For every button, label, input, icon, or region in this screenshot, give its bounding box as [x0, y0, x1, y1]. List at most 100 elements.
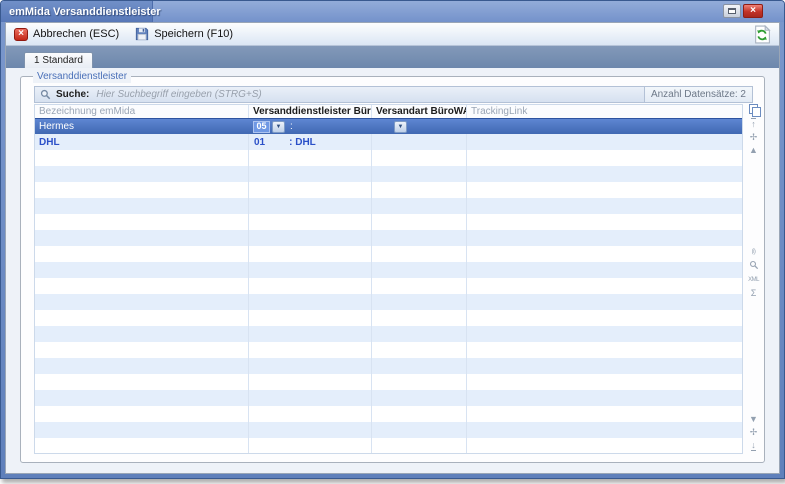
- search-placeholder: Hier Suchbegriff eingeben (STRG+S): [96, 89, 261, 100]
- table-row-empty[interactable]: [35, 326, 742, 342]
- cell-trackinglink: [467, 134, 742, 150]
- cell-empty: [467, 342, 742, 358]
- cancel-button[interactable]: × Abbrechen (ESC): [14, 28, 119, 41]
- save-button[interactable]: Speichern (F10): [135, 27, 233, 41]
- table-row-empty[interactable]: [35, 166, 742, 182]
- cell-empty: [467, 166, 742, 182]
- app-window: emMida Versanddienstleister × × Abbreche…: [0, 0, 785, 479]
- cell-empty: [467, 310, 742, 326]
- cell-empty: [249, 166, 372, 182]
- cell-empty: [467, 294, 742, 310]
- column-header-versandart[interactable]: Versandart BüroWARE: [372, 105, 467, 118]
- info-icon[interactable]: (i): [752, 247, 756, 257]
- cell-empty: [35, 150, 249, 166]
- cell-empty: [249, 150, 372, 166]
- table-row-empty[interactable]: [35, 278, 742, 294]
- cell-bezeichnung: Hermes: [35, 119, 249, 134]
- content-area: Versanddienstleister Suche: Hier Suchbeg…: [6, 68, 779, 473]
- xml-icon[interactable]: XML: [748, 275, 759, 285]
- table-row-empty[interactable]: [35, 294, 742, 310]
- cell-empty: [35, 166, 249, 182]
- cell-empty: [249, 310, 372, 326]
- table-row-empty[interactable]: [35, 182, 742, 198]
- search-input[interactable]: Suche: Hier Suchbegriff eingeben (STRG+S…: [34, 86, 753, 103]
- move-down-icon[interactable]: ✢: [750, 427, 758, 437]
- cell-empty: [249, 230, 372, 246]
- titlebar-patch: emMida Versanddienstleister: [1, 1, 153, 22]
- prev-record-icon[interactable]: ▲: [749, 145, 758, 155]
- cell-empty: [467, 182, 742, 198]
- carrier-code-suffix: : DHL: [289, 135, 316, 150]
- restore-button[interactable]: [723, 4, 741, 18]
- column-header-bezeichnung[interactable]: Bezeichnung emMida: [35, 105, 249, 118]
- cell-empty: [372, 166, 467, 182]
- cell-empty: [249, 358, 372, 374]
- cell-empty: [372, 390, 467, 406]
- magnifier-icon[interactable]: [749, 260, 759, 272]
- table-row-empty[interactable]: [35, 422, 742, 438]
- versandart-dropdown-button[interactable]: ▼: [394, 121, 407, 133]
- cell-empty: [467, 150, 742, 166]
- titlebar[interactable]: emMida Versanddienstleister ×: [1, 1, 784, 22]
- cell-bezeichnung: DHL: [35, 134, 249, 150]
- window-title: emMida Versanddienstleister: [9, 6, 161, 18]
- tab-standard[interactable]: 1 Standard: [24, 52, 93, 68]
- cell-empty: [35, 422, 249, 438]
- tab-band: 1 Standard: [6, 46, 779, 68]
- cell-empty: [249, 278, 372, 294]
- close-icon: ×: [750, 6, 756, 16]
- cell-empty: [35, 294, 249, 310]
- record-count-badge: Anzahl Datensätze: 2: [644, 87, 752, 102]
- table-row-dhl[interactable]: DHL01: DHL: [35, 134, 742, 150]
- column-header-tracking[interactable]: TrackingLink: [467, 105, 742, 118]
- table-row-hermes[interactable]: Hermes05▼:▼: [35, 118, 742, 134]
- table-row-empty[interactable]: [35, 230, 742, 246]
- table-row-empty[interactable]: [35, 214, 742, 230]
- cell-empty: [372, 150, 467, 166]
- table-row-empty[interactable]: [35, 150, 742, 166]
- versanddienstleister-groupbox: Versanddienstleister Suche: Hier Suchbeg…: [20, 76, 765, 463]
- toolstrip-group-bottom: ▼ ✢ ↓: [745, 414, 762, 451]
- groupbox-label: Versanddienstleister: [33, 70, 131, 83]
- data-grid: Bezeichnung emMidaVersanddienstleister B…: [34, 104, 743, 454]
- table-row-empty[interactable]: [35, 358, 742, 374]
- cell-versanddienstleister: 05▼:: [249, 119, 372, 134]
- table-row-empty[interactable]: [35, 438, 742, 454]
- cell-empty: [467, 278, 742, 294]
- scroll-top-icon[interactable]: ↑: [751, 118, 756, 129]
- table-row-empty[interactable]: [35, 310, 742, 326]
- carrier-code-field[interactable]: 05: [253, 121, 270, 133]
- carrier-dropdown-button[interactable]: ▼: [272, 121, 285, 133]
- save-button-label: Speichern (F10): [154, 28, 233, 40]
- table-row-empty[interactable]: [35, 390, 742, 406]
- cell-empty: [35, 182, 249, 198]
- cell-empty: [249, 326, 372, 342]
- table-row-empty[interactable]: [35, 246, 742, 262]
- cell-empty: [372, 198, 467, 214]
- copy-icon[interactable]: [749, 104, 759, 115]
- table-row-empty[interactable]: [35, 342, 742, 358]
- sum-icon[interactable]: Σ: [751, 288, 757, 298]
- table-row-empty[interactable]: [35, 406, 742, 422]
- move-up-icon[interactable]: ✢: [750, 132, 758, 142]
- table-row-empty[interactable]: [35, 262, 742, 278]
- next-record-icon[interactable]: ▼: [749, 414, 758, 424]
- cell-empty: [249, 390, 372, 406]
- scroll-bottom-icon[interactable]: ↓: [751, 440, 756, 451]
- column-header-vdl[interactable]: Versanddienstleister BüroWARE: [249, 105, 372, 118]
- grid-toolstrip: ↑ ✢ ▲ (i) XML Σ ▼ ✢ ↓: [745, 104, 762, 454]
- refresh-data-icon[interactable]: [753, 25, 771, 44]
- bezeichnung-value: Hermes: [39, 119, 74, 134]
- cell-empty: [372, 358, 467, 374]
- table-row-empty[interactable]: [35, 198, 742, 214]
- cell-empty: [372, 406, 467, 422]
- close-button[interactable]: ×: [743, 4, 763, 18]
- cell-empty: [372, 342, 467, 358]
- cell-empty: [467, 262, 742, 278]
- grid-header-row: Bezeichnung emMidaVersanddienstleister B…: [35, 105, 742, 118]
- cell-versanddienstleister: 01: DHL: [249, 134, 372, 150]
- cell-empty: [35, 278, 249, 294]
- table-row-empty[interactable]: [35, 374, 742, 390]
- cell-empty: [249, 246, 372, 262]
- cell-empty: [35, 230, 249, 246]
